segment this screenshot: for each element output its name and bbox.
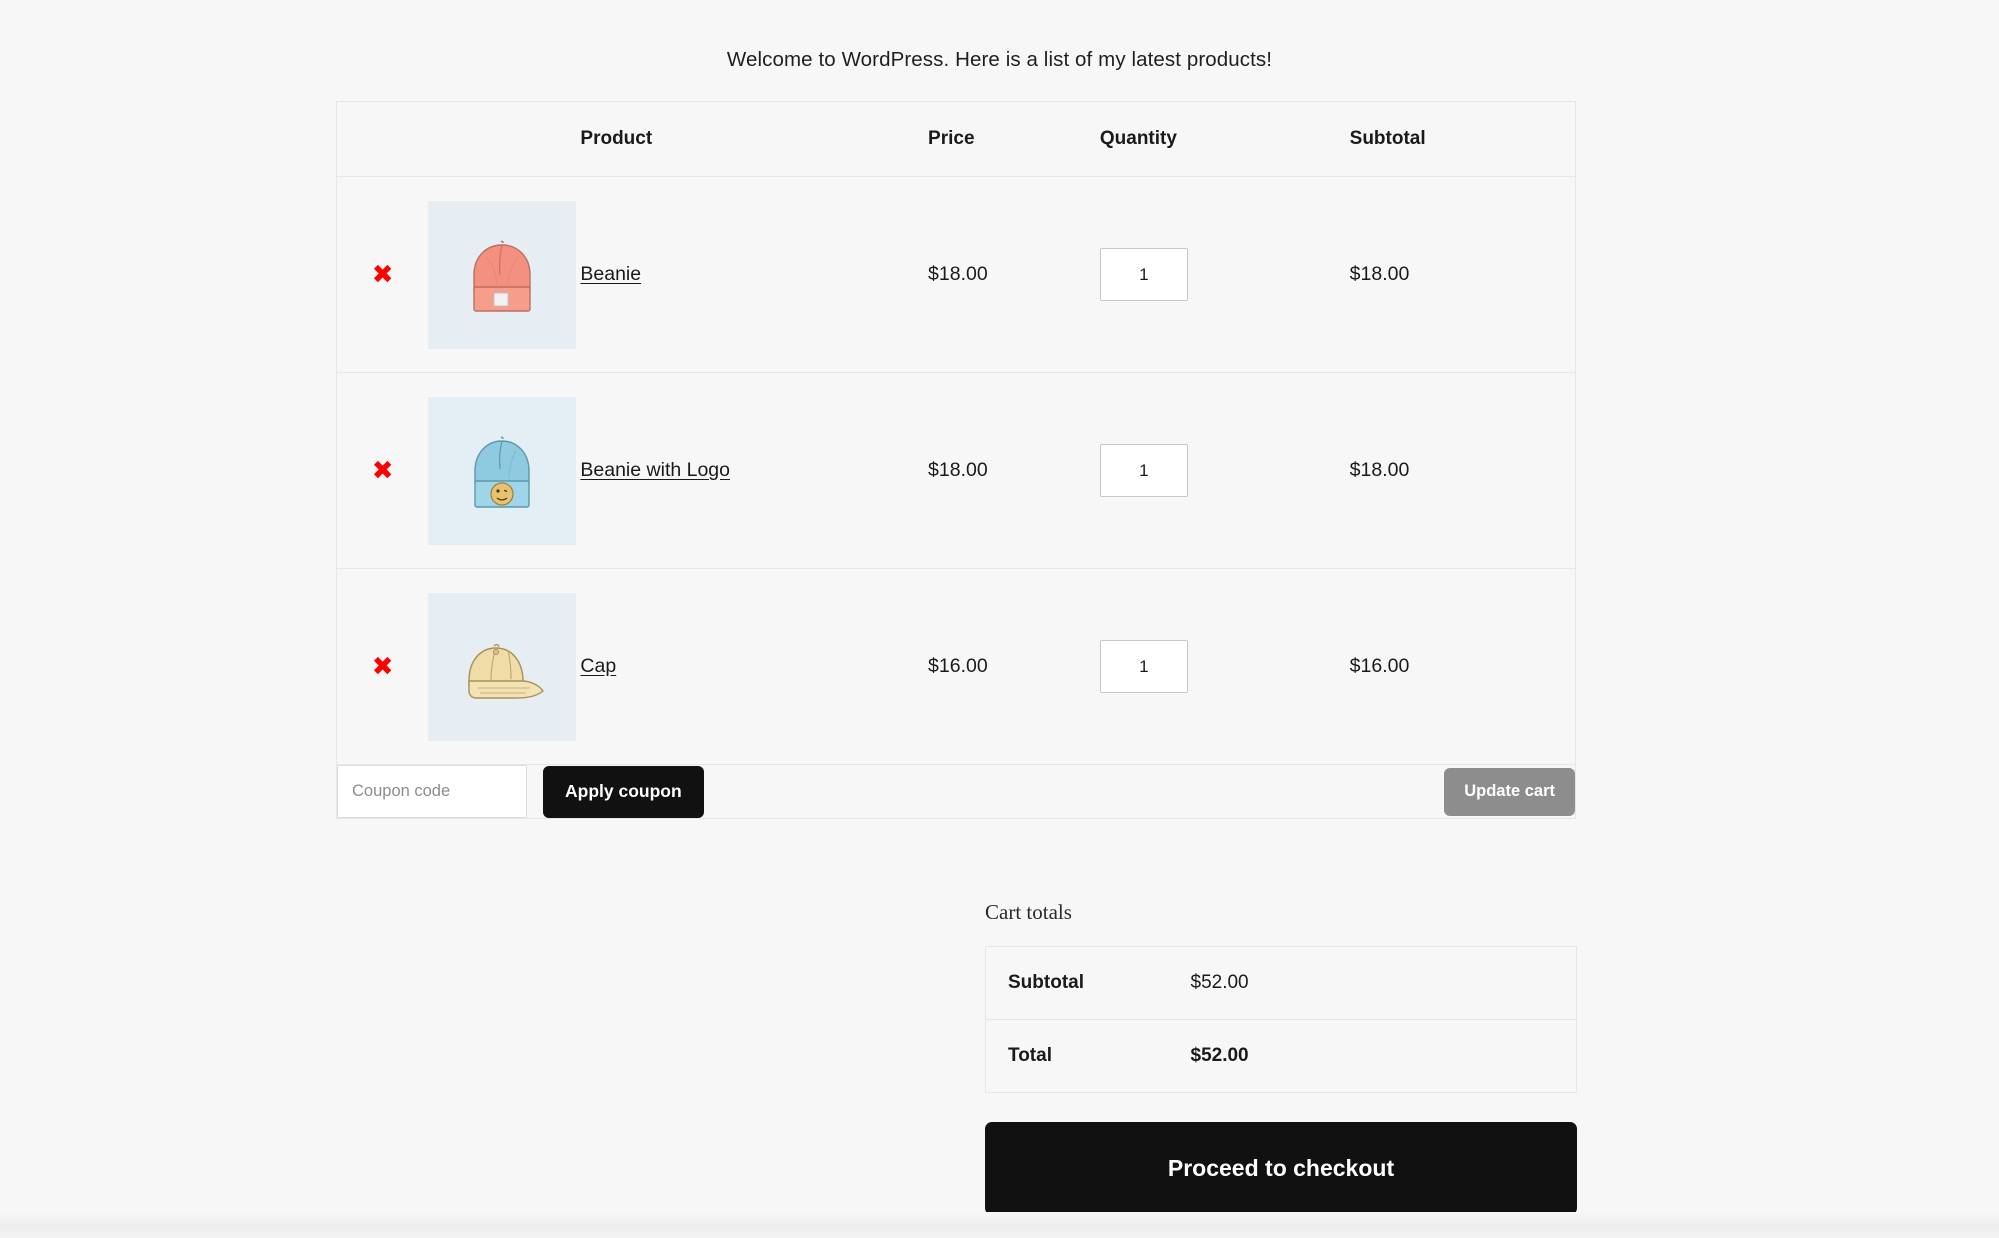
- totals-label-total: Total: [1008, 1045, 1052, 1066]
- cart-cell-thumbnail: [428, 372, 581, 569]
- cart-cell-remove: ✖: [336, 372, 429, 569]
- cart-totals-body: Subtotal $52.00 Total $52.00: [985, 946, 1577, 1093]
- cap-tan-thumbnail[interactable]: [428, 592, 577, 741]
- beanie-pink-thumbnail[interactable]: [428, 200, 577, 349]
- table-row: ✖: [336, 568, 1576, 765]
- cart-cell-quantity: [1099, 568, 1350, 765]
- cart-cell-product-name: Cap: [580, 568, 929, 765]
- cart-table-head: Product Price Quantity Subtotal: [336, 101, 1576, 177]
- cart-cell-thumbnail: [428, 176, 581, 373]
- cart-cell-price: $18.00: [928, 372, 1100, 569]
- totals-value-subtotal: $52.00: [1190, 946, 1577, 1020]
- column-header-price: Price: [928, 101, 1100, 177]
- product-link[interactable]: Beanie with Logo: [580, 459, 730, 481]
- cart-actions-cell: Apply coupon Update cart: [336, 764, 1576, 819]
- remove-item-icon[interactable]: ✖: [372, 654, 394, 680]
- proceed-to-checkout-button[interactable]: Proceed to checkout: [985, 1122, 1577, 1215]
- cart-cell-quantity: [1099, 372, 1350, 569]
- shopping-cart-table: Product Price Quantity Subtotal ✖ Beanie…: [336, 101, 1576, 819]
- table-row: ✖: [336, 176, 1576, 373]
- cart-actions-inner: Apply coupon Update cart: [337, 765, 1575, 818]
- coupon-code-input[interactable]: [337, 765, 527, 818]
- page-bottom-strip: [0, 1212, 1999, 1238]
- column-header-remove: [336, 101, 429, 177]
- cart-actions-row: Apply coupon Update cart: [336, 764, 1576, 819]
- totals-value-total: $52.00: [1190, 1045, 1249, 1066]
- quantity-input[interactable]: [1099, 444, 1188, 497]
- product-link[interactable]: Cap: [580, 655, 616, 677]
- quantity-input[interactable]: [1099, 640, 1188, 693]
- cart-totals-title: Cart totals: [985, 900, 1072, 924]
- totals-row-subtotal: Subtotal $52.00: [985, 946, 1577, 1020]
- cart-totals-table: Subtotal $52.00 Total $52.00: [985, 946, 1577, 1093]
- column-header-quantity: Quantity: [1099, 101, 1350, 177]
- cart-totals-section: Cart totals Subtotal $52.00 Total $52.00: [985, 900, 1577, 1093]
- column-header-subtotal: Subtotal: [1349, 101, 1576, 177]
- cart-page: Welcome to WordPress. Here is a list of …: [0, 0, 1999, 1238]
- update-cart-button[interactable]: Update cart: [1444, 767, 1575, 816]
- beanie-blue-logo-thumbnail[interactable]: [428, 396, 577, 545]
- cart-table-container: Product Price Quantity Subtotal ✖ Beanie…: [336, 101, 1576, 819]
- cart-cell-subtotal: $18.00: [1349, 176, 1576, 373]
- cart-cell-product-name: Beanie with Logo: [580, 372, 929, 569]
- page-intro-text: Welcome to WordPress. Here is a list of …: [726, 48, 1273, 71]
- cart-cell-price: $16.00: [928, 568, 1100, 765]
- cart-cell-subtotal: $18.00: [1349, 372, 1576, 569]
- totals-row-total: Total $52.00: [986, 1020, 1577, 1093]
- table-row: ✖: [336, 372, 1576, 569]
- totals-label-subtotal: Subtotal: [985, 946, 1191, 1020]
- product-link[interactable]: Beanie: [580, 263, 641, 285]
- cart-header-row: Product Price Quantity Subtotal: [336, 101, 1576, 177]
- cart-cell-remove: ✖: [336, 568, 429, 765]
- quantity-input[interactable]: [1099, 248, 1188, 301]
- cart-table-body: ✖ Beanie $18.00 1 $18.00 ✖ Beanie with L…: [336, 176, 1576, 819]
- column-header-product: Product: [580, 101, 929, 177]
- cart-cell-quantity: [1099, 176, 1350, 373]
- cart-cell-subtotal: $16.00: [1349, 568, 1576, 765]
- cart-cell-product-name: Beanie: [580, 176, 929, 373]
- apply-coupon-button[interactable]: Apply coupon: [543, 765, 704, 818]
- cart-cell-thumbnail: [428, 568, 581, 765]
- column-header-thumbnail: [428, 101, 581, 177]
- remove-item-icon[interactable]: ✖: [372, 262, 394, 288]
- cart-cell-price: $18.00: [928, 176, 1100, 373]
- remove-item-icon[interactable]: ✖: [372, 458, 394, 484]
- cart-cell-remove: ✖: [336, 176, 429, 373]
